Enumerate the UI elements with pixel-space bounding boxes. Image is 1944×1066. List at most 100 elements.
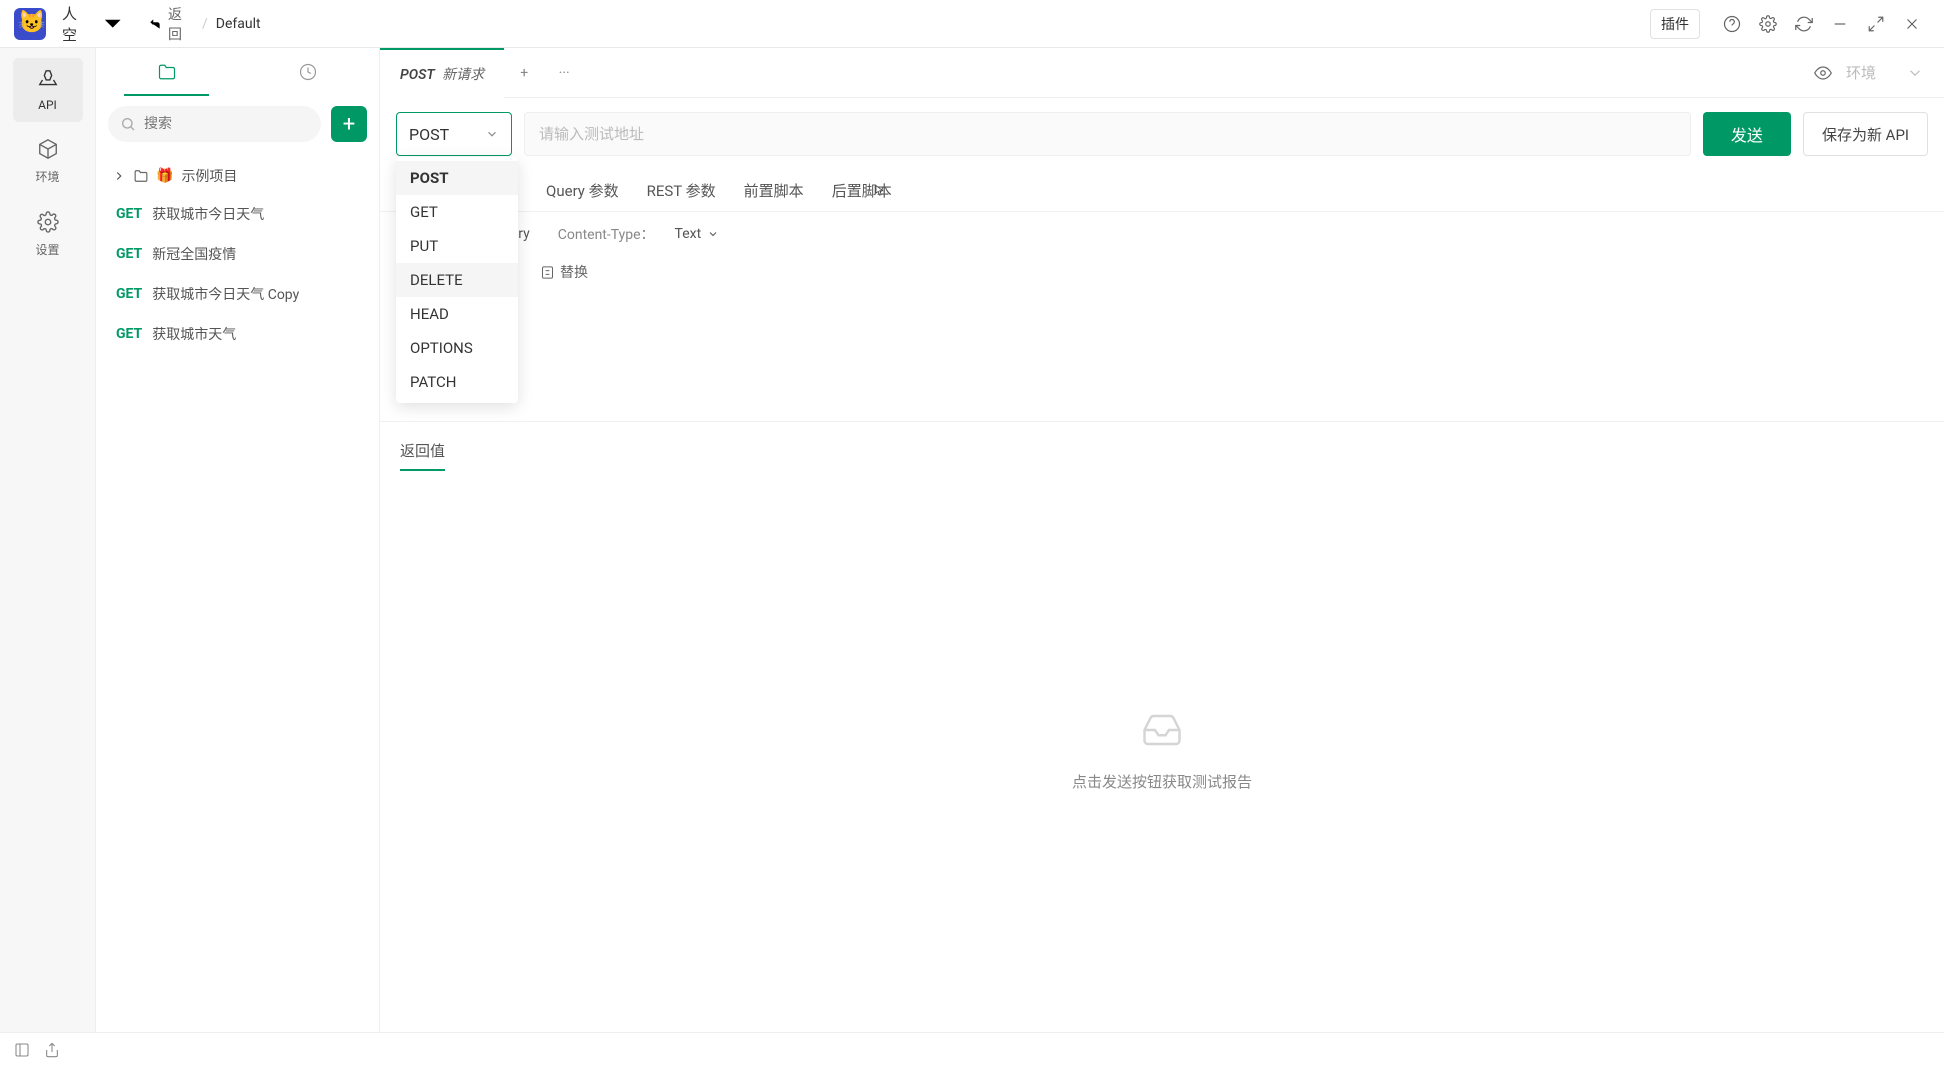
api-name: 获取城市今日天气	[152, 204, 264, 224]
sidebar-tab-files[interactable]	[96, 48, 238, 96]
breadcrumb-current: Default	[216, 16, 261, 32]
sidebar-tab-history[interactable]	[238, 48, 380, 96]
api-item[interactable]: GET 获取城市今日天气	[96, 194, 379, 234]
close-button[interactable]	[1898, 10, 1926, 38]
send-button[interactable]: 发送	[1703, 112, 1791, 156]
empty-state-text: 点击发送按钮获取测试报告	[1072, 771, 1252, 792]
chevron-down-icon	[97, 8, 128, 39]
history-icon	[299, 63, 317, 81]
method-option-patch[interactable]: PATCH	[396, 365, 518, 399]
param-tab-query[interactable]: Query 参数	[546, 170, 619, 211]
folder-icon	[158, 63, 176, 81]
rail-item-settings[interactable]: 设置	[13, 201, 83, 268]
method-select[interactable]: POST POST GET PUT DELETE HEAD OPTIONS PA…	[396, 112, 512, 156]
minimize-button[interactable]	[1826, 10, 1854, 38]
param-tab-postscript[interactable]: 后置脚本	[832, 170, 892, 211]
rail-label: 环境	[13, 168, 83, 185]
search-input[interactable]	[108, 106, 321, 142]
request-tab[interactable]: POST 新请求	[380, 48, 504, 97]
chevron-down-icon	[1906, 64, 1924, 82]
env-label: 环境	[1846, 62, 1876, 83]
replace-icon	[540, 265, 555, 280]
env-select[interactable]: 环境	[1846, 62, 1924, 83]
rail-item-api[interactable]: API	[13, 58, 83, 122]
help-button[interactable]	[1718, 10, 1746, 38]
content-type-select[interactable]: Text	[675, 226, 720, 242]
add-api-button[interactable]: +	[331, 106, 367, 142]
inbox-icon	[1134, 709, 1190, 755]
back-label: 返回	[168, 4, 182, 44]
body-editor[interactable]	[380, 292, 1944, 422]
api-item[interactable]: GET 获取城市天气	[96, 314, 379, 354]
api-name: 获取城市天气	[152, 324, 236, 344]
maximize-button[interactable]	[1862, 10, 1890, 38]
api-item[interactable]: GET 获取城市今日天气 Copy	[96, 274, 379, 314]
api-method: GET	[116, 246, 142, 262]
back-button[interactable]: 返回	[148, 4, 182, 44]
request-param-tabs: 请求头 请求体 Query 参数 REST 参数 前置脚本 后置脚本	[380, 170, 1944, 212]
app-logo	[14, 8, 46, 40]
param-tab-prescript[interactable]: 前置脚本	[744, 170, 804, 211]
api-method: GET	[116, 326, 142, 342]
folder-icon	[134, 169, 148, 183]
share-icon[interactable]	[44, 1042, 60, 1058]
param-tab-rest[interactable]: REST 参数	[647, 170, 716, 211]
maximize-icon	[1867, 15, 1885, 33]
add-tab-button[interactable]: +	[504, 48, 544, 97]
chevron-right-icon	[112, 169, 126, 183]
search-icon	[120, 116, 136, 132]
panel-toggle-icon[interactable]	[14, 1042, 30, 1058]
method-option-post[interactable]: POST	[396, 161, 518, 195]
gear-icon	[37, 211, 59, 233]
settings-button[interactable]	[1754, 10, 1782, 38]
method-option-options[interactable]: OPTIONS	[396, 331, 518, 365]
method-option-delete[interactable]: DELETE	[396, 263, 518, 297]
bottombar	[0, 1032, 1944, 1066]
main-area: POST 新请求 + ··· 环境 POST	[380, 48, 1944, 1032]
sidebar: + 🎁 示例项目 GET 获取城市今日天气 GET 新冠全国疫情	[96, 48, 380, 1032]
left-rail: API 环境 设置	[0, 48, 96, 1032]
cube-icon	[37, 138, 59, 160]
response-tab[interactable]: 返回值	[400, 432, 445, 469]
api-method: GET	[116, 206, 142, 222]
folder-example[interactable]: 🎁 示例项目	[96, 158, 379, 194]
save-as-button[interactable]: 保存为新 API	[1803, 112, 1928, 156]
tool-label: 替换	[560, 262, 588, 282]
url-input[interactable]	[524, 112, 1691, 156]
rail-item-env[interactable]: 环境	[13, 128, 83, 195]
chevron-down-icon	[707, 228, 719, 240]
plugin-button[interactable]: 插件	[1650, 9, 1700, 39]
rail-label: API	[13, 98, 83, 112]
refresh-button[interactable]	[1790, 10, 1818, 38]
search-input-wrap	[108, 106, 321, 142]
method-dropdown: POST GET PUT DELETE HEAD OPTIONS PATCH	[396, 157, 518, 403]
minimize-icon	[1831, 15, 1849, 33]
content-type-value: Text	[675, 226, 702, 242]
breadcrumb-separator: /	[202, 16, 208, 32]
api-item[interactable]: GET 新冠全国疫情	[96, 234, 379, 274]
method-option-head[interactable]: HEAD	[396, 297, 518, 331]
close-icon	[1903, 15, 1921, 33]
tab-name: 新请求	[442, 67, 484, 83]
tabbar: POST 新请求 + ··· 环境	[380, 48, 1944, 98]
api-icon	[37, 68, 59, 90]
method-option-get[interactable]: GET	[396, 195, 518, 229]
folder-name: 示例项目	[181, 166, 237, 186]
eye-icon[interactable]	[1814, 64, 1832, 82]
refresh-icon	[1795, 15, 1813, 33]
chevron-down-icon	[485, 127, 499, 141]
tool-replace[interactable]: 替换	[540, 262, 588, 282]
api-method: GET	[116, 286, 142, 302]
api-name: 新冠全国疫情	[152, 244, 236, 264]
tab-more-button[interactable]: ···	[544, 48, 584, 97]
rail-label: 设置	[13, 241, 83, 258]
method-value: POST	[409, 125, 449, 144]
method-option-put[interactable]: PUT	[396, 229, 518, 263]
topbar: 个人空间 返回 / Default 插件	[0, 0, 1944, 48]
gear-icon	[1759, 15, 1777, 33]
help-icon	[1723, 15, 1741, 33]
tab-method: POST	[400, 67, 435, 83]
response-body: 点击发送按钮获取测试报告	[380, 469, 1944, 1032]
undo-icon	[148, 17, 162, 31]
content-type-label: Content-Type：	[558, 224, 655, 244]
